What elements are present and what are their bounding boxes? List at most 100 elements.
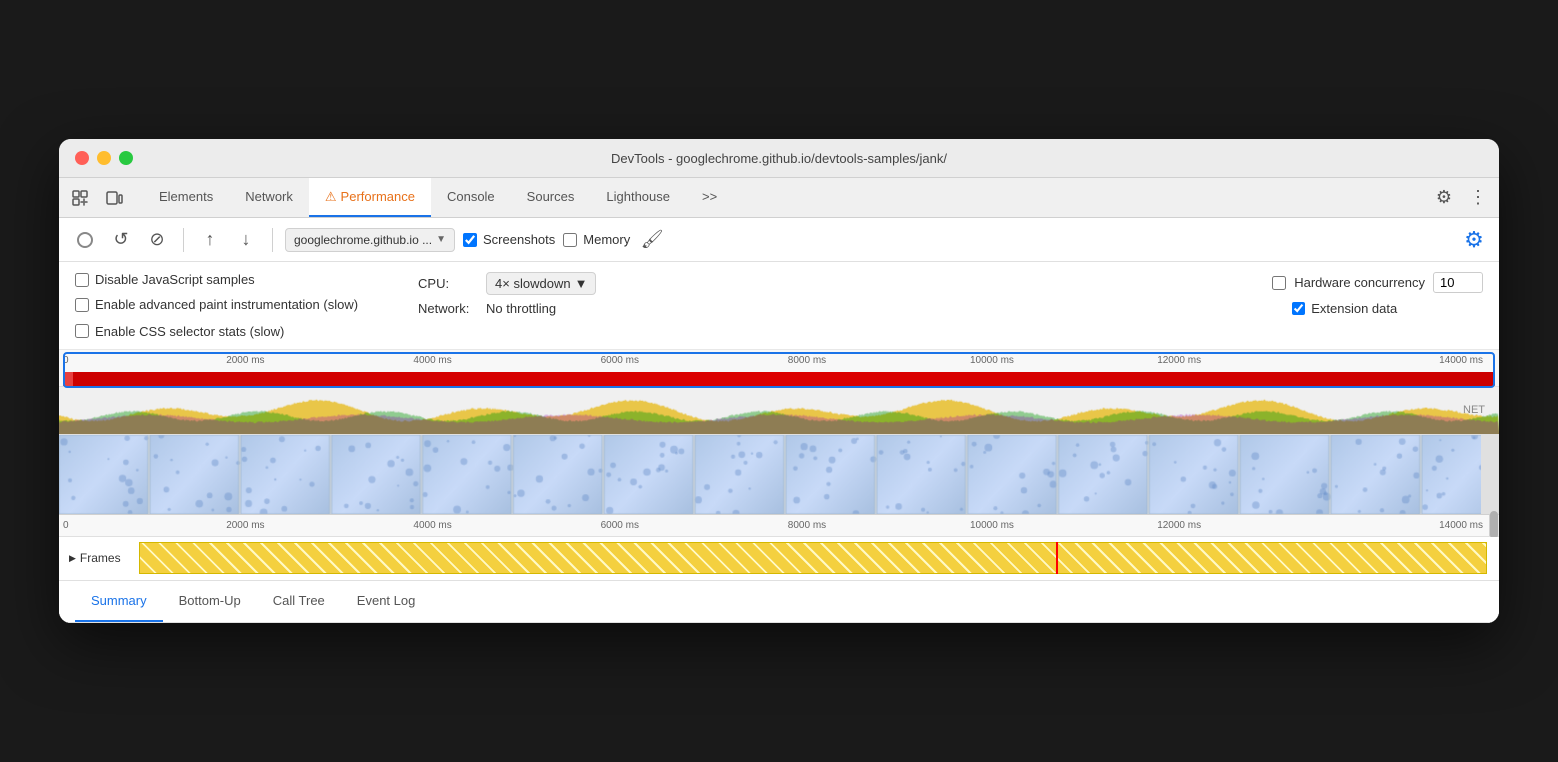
tab-summary[interactable]: Summary — [75, 581, 163, 622]
more-icon[interactable]: ⋮ — [1465, 185, 1491, 211]
tab-elements[interactable]: Elements — [143, 178, 229, 217]
cpu-select[interactable]: 4× slowdown ▼ — [486, 272, 596, 295]
traffic-lights — [75, 151, 133, 165]
cpu-setting: CPU: 4× slowdown ▼ — [418, 272, 596, 295]
settings-icon[interactable]: ⚙ — [1431, 185, 1457, 211]
timeline-overview: 0 2000 ms 4000 ms 6000 ms 8000 ms 10000 … — [59, 350, 1499, 581]
ruler-tick-4000: 4000 ms — [413, 355, 451, 366]
scrollbar-track — [1489, 515, 1499, 536]
scrollbar-thumb[interactable] — [1490, 511, 1498, 539]
separator-2 — [272, 228, 273, 252]
hw-concurrency-checkbox[interactable] — [1272, 276, 1286, 290]
hw-concurrency-label[interactable]: Hardware concurrency — [1272, 272, 1483, 293]
reload-button[interactable]: ↺ — [107, 226, 135, 254]
performance-settings-icon[interactable]: ⚙ — [1461, 227, 1487, 253]
chevron-down-icon: ▼ — [436, 234, 446, 245]
net-label: NET — [1463, 404, 1485, 416]
warning-icon: ⚠ — [325, 189, 337, 205]
ruler-tick-8000: 8000 ms — [788, 355, 826, 366]
enable-paint-checkbox-label[interactable]: Enable advanced paint instrumentation (s… — [75, 297, 358, 314]
cpu-label: CPU: — [418, 276, 478, 291]
memory-checkbox-label[interactable]: Memory — [563, 232, 630, 247]
memory-checkbox[interactable] — [563, 233, 577, 247]
tab-lighthouse[interactable]: Lighthouse — [590, 178, 686, 217]
enable-css-checkbox[interactable] — [75, 324, 89, 338]
devtools-panel: Elements Network ⚠ Performance Console S… — [59, 178, 1499, 623]
tab-console[interactable]: Console — [431, 178, 511, 217]
devtools-window: DevTools - googlechrome.github.io/devtoo… — [59, 139, 1499, 623]
tab-bar-icons — [67, 185, 127, 211]
tab-network[interactable]: Network — [229, 178, 309, 217]
ruler-tick-6000: 6000 ms — [601, 355, 639, 366]
tab-event-log[interactable]: Event Log — [341, 581, 432, 622]
ruler2-tick-8000: 8000 ms — [788, 520, 826, 531]
screenshot-strip — [59, 435, 1499, 515]
disable-js-checkbox-label[interactable]: Disable JavaScript samples — [75, 272, 358, 287]
device-toolbar-icon[interactable] — [101, 185, 127, 211]
hw-concurrency-input[interactable] — [1433, 272, 1483, 293]
fps-bar — [63, 372, 1495, 386]
frames-triangle-icon: ▶ — [69, 553, 76, 564]
url-chip[interactable]: googlechrome.github.io ... ▼ — [285, 228, 455, 252]
upload-button[interactable]: ↑ — [196, 226, 224, 254]
screenshots-checkbox-label[interactable]: Screenshots — [463, 232, 555, 247]
enable-css-checkbox-label[interactable]: Enable CSS selector stats (slow) — [75, 324, 358, 339]
url-text: googlechrome.github.io ... — [294, 233, 432, 247]
screenshot-canvas — [59, 435, 1481, 514]
screenshots-checkbox[interactable] — [463, 233, 477, 247]
maximize-button[interactable] — [119, 151, 133, 165]
network-wave-canvas — [59, 387, 1499, 434]
ruler2-tick-14000: 14000 ms — [1439, 520, 1483, 531]
ruler-tick-2000: 2000 ms — [226, 355, 264, 366]
ruler2-start: 0 — [63, 520, 69, 531]
frames-label: ▶ Frames — [59, 551, 139, 565]
frames-section: ▶ Frames — [59, 537, 1499, 581]
settings-checkboxes: Disable JavaScript samples Enable advanc… — [75, 272, 358, 339]
performance-toolbar: ↺ ⊘ ↑ ↓ googlechrome.github.io ... ▼ Scr… — [59, 218, 1499, 262]
title-bar: DevTools - googlechrome.github.io/devtoo… — [59, 139, 1499, 178]
record-button[interactable] — [71, 226, 99, 254]
ruler-start: 0 — [63, 355, 69, 366]
overview-ruler: 0 2000 ms 4000 ms 6000 ms 8000 ms 10000 … — [59, 350, 1499, 372]
tab-sources[interactable]: Sources — [511, 178, 591, 217]
ruler2-tick-6000: 6000 ms — [601, 520, 639, 531]
disable-js-checkbox[interactable] — [75, 273, 89, 287]
tab-bar-right-icons: ⚙ ⋮ — [1431, 185, 1491, 211]
ruler2-tick-12000: 12000 ms — [1157, 520, 1201, 531]
cursor-icon[interactable] — [67, 185, 93, 211]
clear-button[interactable]: ⊘ — [143, 226, 171, 254]
fps-spike — [63, 372, 73, 386]
window-title: DevTools - googlechrome.github.io/devtoo… — [611, 151, 947, 166]
network-setting: Network: No throttling — [418, 301, 596, 316]
tab-bottom-up[interactable]: Bottom-Up — [163, 581, 257, 622]
frames-red-marker — [1056, 542, 1058, 574]
close-button[interactable] — [75, 151, 89, 165]
separator-1 — [183, 228, 184, 252]
hw-concurrency-group: Hardware concurrency Extension data — [1272, 272, 1483, 316]
overview-container: 0 2000 ms 4000 ms 6000 ms 8000 ms 10000 … — [59, 350, 1499, 387]
frames-bar — [139, 542, 1487, 574]
main-tabs: Elements Network ⚠ Performance Console S… — [143, 178, 1431, 217]
ext-data-checkbox[interactable] — [1292, 302, 1305, 315]
ruler2-tick-10000: 10000 ms — [970, 520, 1014, 531]
tab-performance[interactable]: ⚠ Performance — [309, 178, 431, 217]
devtools-tab-bar: Elements Network ⚠ Performance Console S… — [59, 178, 1499, 218]
ext-data-group: Extension data — [1272, 301, 1483, 316]
settings-right: CPU: 4× slowdown ▼ Network: No throttlin… — [358, 272, 596, 316]
enable-paint-checkbox[interactable] — [75, 298, 89, 312]
chevron-down-icon: ▼ — [575, 276, 588, 291]
ruler2-tick-4000: 4000 ms — [413, 520, 451, 531]
ruler2-tick-2000: 2000 ms — [226, 520, 264, 531]
network-label: Network: — [418, 301, 478, 316]
settings-row: Disable JavaScript samples Enable advanc… — [59, 262, 1499, 350]
minimize-button[interactable] — [97, 151, 111, 165]
ext-data-label[interactable]: Extension data — [1311, 301, 1397, 316]
tab-call-tree[interactable]: Call Tree — [257, 581, 341, 622]
network-value: No throttling — [486, 301, 556, 316]
download-button[interactable]: ↓ — [232, 226, 260, 254]
frames-label-text: Frames — [80, 551, 121, 565]
frames-yellow-bar — [139, 542, 1487, 574]
ruler-tick-12000: 12000 ms — [1157, 355, 1201, 366]
brush-icon[interactable]: 🖌 — [638, 226, 666, 254]
tab-more[interactable]: >> — [686, 178, 733, 217]
